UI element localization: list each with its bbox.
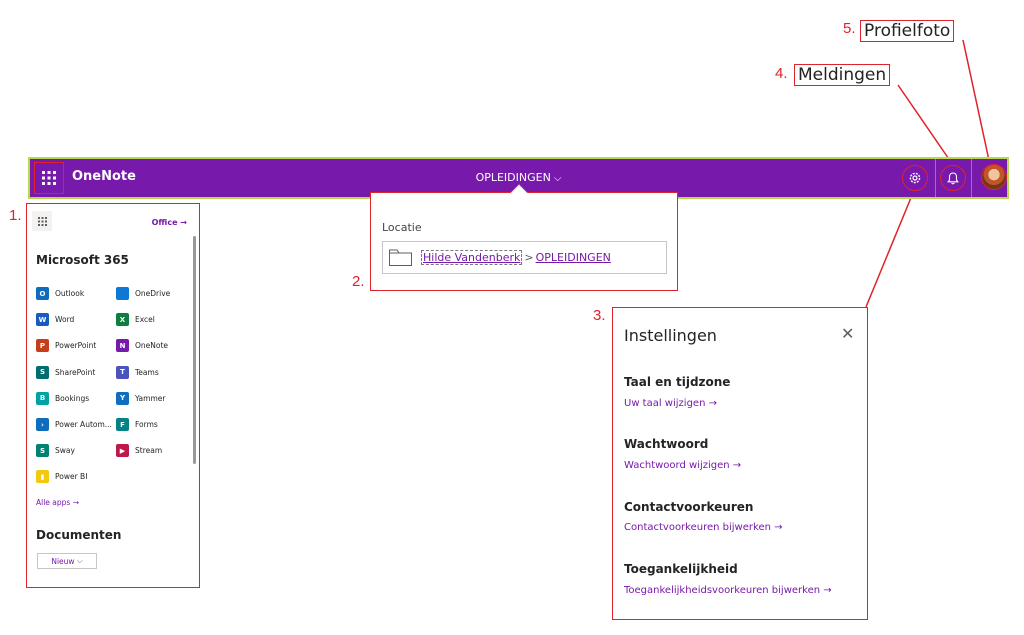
location-label: Locatie [382, 221, 422, 234]
callout-label-notifications: Meldingen [794, 64, 891, 86]
topbar-divider [935, 159, 936, 197]
app-tile[interactable]: W Word [36, 313, 74, 327]
location-path-box: Hilde Vandenberk > OPLEIDINGEN [382, 241, 667, 274]
app-tile[interactable]: S SharePoint [36, 365, 95, 379]
app-tile-label[interactable]: Sway [55, 446, 75, 455]
new-document-button[interactable]: Nieuw ⌵ [37, 553, 97, 569]
callout-label-profile-photo: Profielfoto [860, 20, 955, 42]
app-tile-label[interactable]: OneDrive [135, 289, 170, 298]
office-link-label[interactable]: Office [152, 218, 178, 227]
new-button-label[interactable]: Nieuw [51, 557, 74, 566]
power-bi-icon: ▮ [36, 470, 49, 484]
app-tile[interactable]: OneDrive [116, 287, 170, 300]
app-tile-label[interactable]: PowerPoint [55, 341, 96, 350]
callout-number-5: 5. [843, 20, 856, 37]
app-tile[interactable]: T Teams [116, 365, 159, 379]
app-tile-label[interactable]: Outlook [55, 289, 84, 298]
chevron-down-icon: ⌵ [76, 556, 83, 565]
topbar-divider [971, 159, 972, 197]
gear-icon [909, 172, 921, 184]
outlook-icon: O [36, 287, 49, 300]
all-apps-link[interactable]: Alle apps → [36, 498, 79, 507]
office-link[interactable]: Office → [152, 218, 187, 227]
app-tile[interactable]: S Sway [36, 444, 75, 458]
sway-icon: S [36, 444, 49, 458]
app-tile-label[interactable]: Forms [135, 420, 158, 429]
callout-number-3: 3. [593, 307, 606, 324]
app-tile-label[interactable]: Word [55, 315, 74, 324]
onenote-icon: N [116, 339, 129, 353]
location-breadcrumb: Hilde Vandenberk > OPLEIDINGEN [421, 250, 611, 265]
leader-line-notifications [897, 84, 954, 166]
settings-heading-contact: Contactvoorkeuren [624, 500, 754, 514]
yammer-icon: Y [116, 391, 129, 405]
app-tile-label[interactable]: Yammer [135, 394, 165, 403]
settings-heading-language: Taal en tijdzone [624, 375, 731, 389]
documents-heading: Documenten [36, 528, 122, 542]
notebook-name[interactable]: OPLEIDINGEN [476, 171, 551, 184]
stream-icon: ▶ [116, 444, 129, 458]
bell-icon [947, 171, 959, 184]
app-tile-label[interactable]: Bookings [55, 394, 89, 403]
breadcrumb-notebook-link[interactable]: OPLEIDINGEN [536, 251, 611, 264]
callout-number-2: 2. [352, 273, 365, 290]
arrow-right-icon: → [72, 498, 80, 507]
waffle-icon [37, 216, 47, 226]
app-tile[interactable]: P PowerPoint [36, 339, 96, 353]
settings-button[interactable] [902, 165, 928, 191]
app-tile-label[interactable]: Teams [135, 368, 159, 377]
word-icon: W [36, 313, 49, 327]
callout-number-4: 4. [775, 65, 788, 82]
app-tile-label[interactable]: Stream [135, 446, 162, 455]
excel-icon: X [116, 313, 129, 327]
powerpoint-icon: P [36, 339, 49, 353]
settings-heading-password: Wachtwoord [624, 437, 709, 451]
app-tile[interactable]: X Excel [116, 313, 155, 327]
power-automate-icon: › [36, 418, 49, 431]
settings-heading-accessibility: Toegankelijkheid [624, 562, 738, 576]
settings-title: Instellingen [624, 326, 717, 345]
profile-photo-avatar[interactable] [981, 164, 1007, 190]
callout-number-1: 1. [9, 207, 22, 224]
app-tile[interactable]: N OneNote [116, 339, 168, 353]
bookings-icon: B [36, 391, 49, 405]
app-launcher-panel: Office → Microsoft 365 O Outlook OneDrive W… [26, 203, 200, 588]
all-apps-label[interactable]: Alle apps [36, 498, 70, 507]
app-tile[interactable]: B Bookings [36, 391, 89, 405]
settings-panel: Instellingen ✕ Taal en tijdzone Uw taal … [612, 307, 868, 620]
app-tile-label[interactable]: Power BI [55, 472, 87, 481]
breadcrumb-owner-link[interactable]: Hilde Vandenberk [421, 250, 523, 265]
app-tile[interactable]: O Outlook [36, 287, 84, 300]
folder-icon [389, 249, 412, 266]
teams-icon: T [116, 365, 129, 379]
chevron-down-icon: ⌵ [553, 173, 562, 184]
update-accessibility-link[interactable]: Toegankelijkheidsvoorkeuren bijwerken → [624, 585, 832, 596]
app-tile[interactable]: › Power Autom... [36, 418, 112, 431]
notebook-location-dropdown[interactable]: OPLEIDINGEN ⌵ [30, 171, 1007, 184]
leader-line-profile [962, 39, 991, 166]
change-password-link[interactable]: Wachtwoord wijzigen → [624, 460, 741, 471]
location-panel: Locatie Hilde Vandenberk > OPLEIDINGEN [370, 184, 678, 291]
forms-icon: F [116, 418, 129, 431]
arrow-right-icon: → [180, 218, 187, 227]
onedrive-icon [116, 287, 129, 300]
leader-line-settings [865, 187, 916, 308]
app-tile-label[interactable]: Excel [135, 315, 155, 324]
app-tile-label[interactable]: Power Autom... [55, 420, 112, 429]
breadcrumb-separator: > [524, 251, 534, 264]
sharepoint-icon: S [36, 365, 49, 379]
launcher-scrollbar[interactable] [193, 236, 196, 464]
close-icon[interactable]: ✕ [841, 324, 854, 343]
app-tile[interactable]: Y Yammer [116, 391, 165, 405]
notifications-button[interactable] [940, 165, 966, 191]
app-tile[interactable]: ▮ Power BI [36, 470, 87, 484]
app-tile[interactable]: ▶ Stream [116, 444, 162, 458]
app-tile-label[interactable]: OneNote [135, 341, 168, 350]
launcher-waffle-button[interactable] [32, 211, 52, 231]
update-contact-link[interactable]: Contactvoorkeuren bijwerken → [624, 522, 783, 533]
app-tile[interactable]: F Forms [116, 418, 158, 431]
change-language-link[interactable]: Uw taal wijzigen → [624, 398, 717, 409]
microsoft-365-heading: Microsoft 365 [36, 253, 129, 267]
app-tile-label[interactable]: SharePoint [55, 368, 95, 377]
